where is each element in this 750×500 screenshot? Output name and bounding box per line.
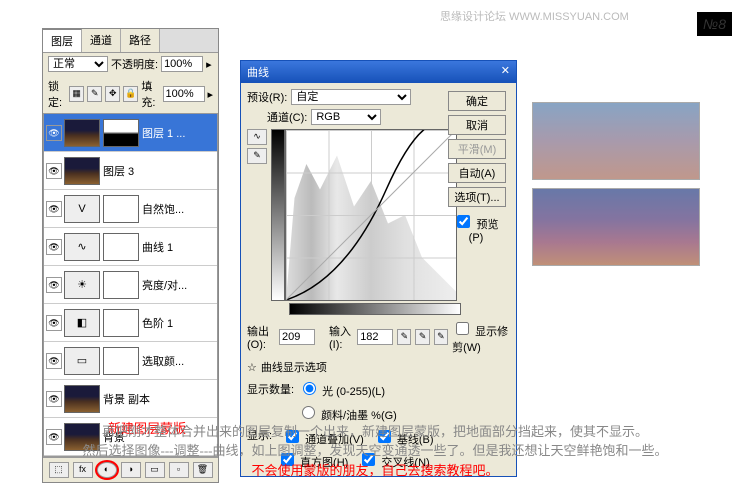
- panel-tabs: 图层 通道 路径: [43, 29, 218, 53]
- layer-row[interactable]: 👁V 自然饱...: [44, 190, 217, 228]
- fill-input[interactable]: [163, 86, 205, 102]
- tab-layers[interactable]: 图层: [43, 29, 82, 52]
- channel-select[interactable]: RGB: [311, 109, 381, 125]
- cancel-button[interactable]: 取消: [448, 115, 506, 135]
- mask-thumbnail[interactable]: [103, 119, 139, 147]
- input-label: 输入(I):: [329, 323, 353, 351]
- visibility-eye-icon[interactable]: 👁: [46, 391, 62, 407]
- lock-paint-icon[interactable]: ✎: [87, 86, 102, 102]
- adjustment-icon[interactable]: V: [64, 195, 100, 223]
- mask-thumbnail[interactable]: [103, 233, 139, 261]
- output-gradient: [271, 129, 285, 301]
- show-clip-checkbox[interactable]: 显示修剪(W): [452, 319, 510, 355]
- adjustment-icon[interactable]: ▭: [64, 347, 100, 375]
- watermark-text: 思缘设计论坛 WWW.MISSYUAN.COM: [440, 8, 629, 24]
- layer-name-label[interactable]: 背景 副本: [103, 391, 215, 407]
- visibility-eye-icon[interactable]: 👁: [46, 353, 62, 369]
- opacity-arrow-icon[interactable]: ▸: [206, 58, 212, 71]
- layer-row[interactable]: 👁◧ 色阶 1: [44, 304, 217, 342]
- layer-name-label[interactable]: 曲线 1: [142, 239, 215, 255]
- layer-row[interactable]: 👁▭ 选取颜...: [44, 342, 217, 380]
- dialog-titlebar[interactable]: 曲线 ✕: [241, 61, 516, 83]
- white-eyedropper-icon[interactable]: ✎: [434, 329, 448, 345]
- layer-row[interactable]: 👁∿ 曲线 1: [44, 228, 217, 266]
- mask-thumbnail[interactable]: [103, 347, 139, 375]
- lock-all-icon[interactable]: 🔒: [123, 86, 138, 102]
- curve-tool-icon[interactable]: ∿: [247, 129, 267, 145]
- mask-thumbnail[interactable]: [103, 271, 139, 299]
- layer-name-label[interactable]: 图层 1 ...: [142, 125, 215, 141]
- layer-name-label[interactable]: 图层 3: [103, 163, 215, 179]
- output-label: 输出(O):: [247, 323, 275, 351]
- layer-thumbnail[interactable]: [64, 157, 100, 185]
- adjustment-icon[interactable]: ∿: [64, 233, 100, 261]
- pigment-radio[interactable]: 颜料/油墨 %(G): [297, 403, 397, 423]
- ok-button[interactable]: 确定: [448, 91, 506, 111]
- tab-paths[interactable]: 路径: [121, 29, 160, 52]
- layer-name-label[interactable]: 亮度/对...: [142, 277, 215, 293]
- black-eyedropper-icon[interactable]: ✎: [397, 329, 411, 345]
- input-gradient: [289, 303, 461, 315]
- lock-move-icon[interactable]: ✥: [105, 86, 120, 102]
- input-input[interactable]: [357, 329, 393, 345]
- gray-eyedropper-icon[interactable]: ✎: [415, 329, 429, 345]
- lock-transparency-icon[interactable]: ▦: [69, 86, 84, 102]
- preset-label: 预设(R):: [247, 89, 287, 105]
- layer-thumbnail[interactable]: [64, 119, 100, 147]
- layers-panel: 图层 通道 路径 正常 不透明度: ▸ 锁定: ▦ ✎ ✥ 🔒 填充: ▸ 👁 图…: [42, 28, 219, 483]
- visibility-eye-icon[interactable]: 👁: [46, 163, 62, 179]
- sky-preview-before: [532, 102, 700, 180]
- smooth-button[interactable]: 平滑(M): [448, 139, 506, 159]
- page-number: №8: [697, 12, 732, 36]
- blend-mode-select[interactable]: 正常: [48, 56, 108, 72]
- mask-thumbnail[interactable]: [103, 309, 139, 337]
- adjustment-icon[interactable]: ☀: [64, 271, 100, 299]
- layer-row[interactable]: 👁 背景 副本: [44, 380, 217, 418]
- curve-graph[interactable]: [285, 129, 457, 301]
- preview-checkbox[interactable]: 预览(P): [448, 211, 504, 245]
- layer-thumbnail[interactable]: [64, 385, 100, 413]
- caption-text: 再把刚才整体合并出来的图层复制一个出来，新建图层蒙版，把地面部分挡起来，使其不显…: [0, 422, 750, 481]
- visibility-eye-icon[interactable]: 👁: [46, 315, 62, 331]
- tab-channels[interactable]: 通道: [82, 29, 121, 52]
- channel-label: 通道(C):: [267, 109, 307, 125]
- fill-arrow-icon[interactable]: ▸: [208, 88, 214, 101]
- opacity-label: 不透明度:: [111, 56, 158, 72]
- opacity-input[interactable]: [161, 56, 203, 72]
- fill-label: 填充:: [141, 78, 159, 110]
- curves-dialog: 曲线 ✕ 预设(R): 自定 通道(C): RGB ∿ ✎: [240, 60, 517, 477]
- visibility-eye-icon[interactable]: 👁: [46, 277, 62, 293]
- close-icon[interactable]: ✕: [501, 64, 510, 80]
- visibility-eye-icon[interactable]: 👁: [46, 125, 62, 141]
- show-amount-label: 显示数量:: [247, 381, 294, 397]
- options-button[interactable]: 选项(T)...: [448, 187, 506, 207]
- layer-row[interactable]: 👁 图层 3: [44, 152, 217, 190]
- sky-preview-after: [532, 188, 700, 266]
- adjustment-icon[interactable]: ◧: [64, 309, 100, 337]
- dialog-title: 曲线: [247, 64, 269, 80]
- pencil-tool-icon[interactable]: ✎: [247, 148, 267, 164]
- visibility-eye-icon[interactable]: 👁: [46, 201, 62, 217]
- mask-thumbnail[interactable]: [103, 195, 139, 223]
- light-radio[interactable]: 光 (0-255)(L): [298, 379, 385, 399]
- auto-button[interactable]: 自动(A): [448, 163, 506, 183]
- layer-name-label[interactable]: 色阶 1: [142, 315, 215, 331]
- layer-name-label[interactable]: 选取颜...: [142, 353, 215, 369]
- layer-row[interactable]: 👁 图层 1 ...: [44, 114, 217, 152]
- layer-name-label[interactable]: 自然饱...: [142, 201, 215, 217]
- layer-row[interactable]: 👁☀ 亮度/对...: [44, 266, 217, 304]
- preset-select[interactable]: 自定: [291, 89, 411, 105]
- lock-label: 锁定:: [48, 78, 66, 110]
- layers-list: 👁图层 1 ...👁图层 3👁V自然饱...👁∿曲线 1👁☀亮度/对...👁◧色…: [43, 113, 218, 457]
- curve-options-label[interactable]: 曲线显示选项: [261, 359, 327, 375]
- curve-path: [286, 130, 456, 300]
- visibility-eye-icon[interactable]: 👁: [46, 239, 62, 255]
- output-input[interactable]: [279, 329, 315, 345]
